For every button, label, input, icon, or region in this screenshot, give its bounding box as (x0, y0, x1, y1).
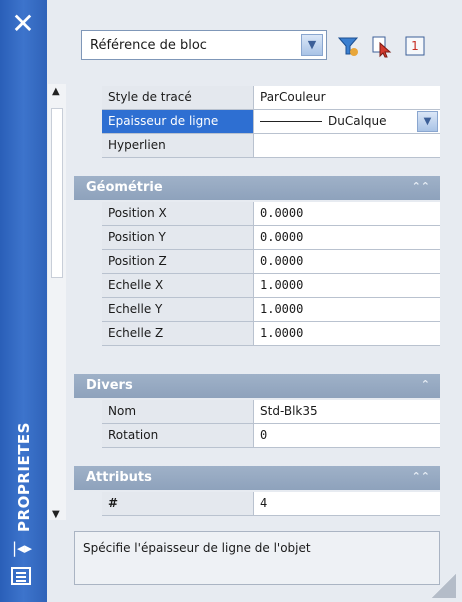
chevron-down-icon[interactable]: ▼ (417, 111, 438, 132)
properties-menu-icon[interactable] (11, 567, 31, 585)
palette-title-text: PROPRIETES (15, 422, 33, 532)
section-header-geometrie[interactable]: Géométrie ⌃⌃ (74, 176, 440, 200)
property-row[interactable]: Echelle Y 1.0000 (102, 298, 440, 322)
property-row[interactable]: Hyperlien (102, 134, 440, 158)
select-objects-icon[interactable] (370, 34, 394, 58)
property-label: Position X (102, 202, 254, 225)
property-label: Hyperlien (102, 134, 254, 157)
property-value: Std-Blk35 (260, 404, 318, 418)
property-value: 1.0000 (260, 326, 304, 340)
quick-select-icon[interactable] (336, 34, 360, 58)
property-label: Position Y (102, 226, 254, 249)
property-value: 0.0000 (260, 206, 304, 220)
vertical-scrollbar[interactable]: ▲ ▼ (48, 84, 66, 520)
scroll-down-icon[interactable]: ▼ (52, 509, 60, 520)
object-type-dropdown[interactable]: Référence de bloc ▼ (81, 30, 327, 60)
palette-title: PROPRIETES (7, 412, 41, 542)
collapse-icon[interactable]: ⌃⌃ (412, 470, 430, 483)
autohide-icon[interactable]: |◂▸ (10, 537, 34, 559)
property-value: ParCouleur (260, 90, 326, 104)
property-row[interactable]: Style de tracé ParCouleur (102, 86, 440, 110)
property-row[interactable]: Echelle Z 1.0000 (102, 322, 440, 346)
property-row[interactable]: Position X 0.0000 (102, 202, 440, 226)
collapse-icon[interactable]: ⌃⌃ (412, 180, 430, 193)
section-title: Attributs (86, 470, 152, 485)
section-title: Divers (86, 378, 133, 393)
property-row[interactable]: Rotation 0 (102, 424, 440, 448)
scroll-up-icon[interactable]: ▲ (52, 86, 60, 97)
resize-grip[interactable] (432, 574, 456, 598)
property-value: 1.0000 (260, 278, 304, 292)
property-label: Rotation (102, 424, 254, 447)
lineweight-sample (260, 121, 322, 122)
property-value: 0 (260, 428, 268, 442)
section-header-attributs[interactable]: Attributs ⌃⌃ (74, 466, 440, 490)
property-label: Echelle X (102, 274, 254, 297)
property-label: Nom (102, 400, 254, 423)
section-title: Géométrie (86, 180, 163, 195)
property-value: DuCalque (328, 114, 387, 128)
property-label: Style de tracé (102, 86, 254, 109)
property-value: 0.0000 (260, 254, 304, 268)
property-label: Position Z (102, 250, 254, 273)
section-header-divers[interactable]: Divers ⌃ (74, 374, 440, 398)
property-row[interactable]: Position Y 0.0000 (102, 226, 440, 250)
property-row[interactable]: # 4 (102, 492, 440, 516)
object-type-value: Référence de bloc (90, 38, 207, 53)
property-value: 1.0000 (260, 302, 304, 316)
description-text: Spécifie l'épaisseur de ligne de l'objet (83, 541, 311, 555)
property-label: Echelle Z (102, 322, 254, 345)
chevron-down-icon[interactable]: ▼ (301, 34, 323, 56)
property-label: # (102, 492, 254, 515)
svg-text:1: 1 (411, 39, 419, 53)
palette-title-strip: ✕ PROPRIETES |◂▸ (0, 0, 47, 602)
collapse-icon[interactable]: ⌃ (421, 378, 430, 391)
property-label: Echelle Y (102, 298, 254, 321)
property-value: 4 (260, 496, 268, 510)
property-value: 0.0000 (260, 230, 304, 244)
close-icon[interactable]: ✕ (8, 10, 38, 40)
scroll-thumb[interactable] (51, 108, 63, 278)
property-row[interactable]: Echelle X 1.0000 (102, 274, 440, 298)
property-label: Epaisseur de ligne (102, 110, 254, 133)
property-row[interactable]: Position Z 0.0000 (102, 250, 440, 274)
toggle-pickadd-icon[interactable]: 1 (403, 34, 427, 58)
description-box: Spécifie l'épaisseur de ligne de l'objet (74, 531, 440, 585)
property-row[interactable]: Nom Std-Blk35 (102, 400, 440, 424)
property-row-selected[interactable]: Epaisseur de ligne DuCalque ▼ (102, 110, 440, 134)
